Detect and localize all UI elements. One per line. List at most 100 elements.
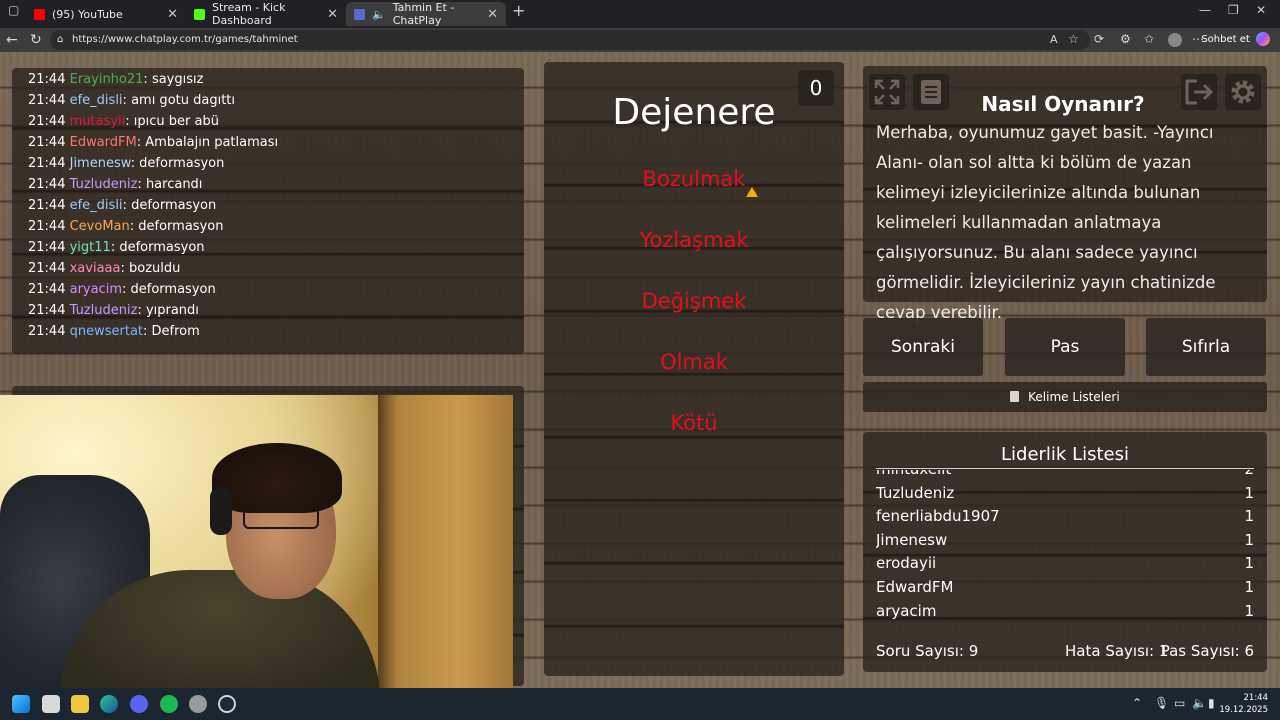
chat-time: 21:44 — [28, 303, 66, 318]
chat-text: deformasyon — [131, 198, 217, 213]
leaderboard-name: fenerliabdu1907 — [876, 507, 1000, 526]
extensions-icon[interactable]: ⟳ — [1094, 32, 1104, 46]
minimize-icon[interactable]: — — [1199, 3, 1211, 17]
restore-icon[interactable]: ❐ — [1228, 3, 1239, 17]
leaderboard-name: EdwardFM — [876, 577, 954, 596]
leaderboard-score: 1 — [1244, 577, 1254, 596]
leaderboard-name: Tuzludeniz — [876, 483, 955, 502]
collections-icon[interactable]: ⚙ — [1120, 32, 1131, 46]
leaderboard-score: 1 — [1244, 530, 1254, 549]
chat-username[interactable]: Tuzludeniz — [70, 177, 138, 192]
chat-text: amı gotu dagıttı — [131, 93, 235, 108]
start-icon[interactable] — [12, 695, 30, 713]
read-aloud-icon[interactable]: A — [1050, 33, 1058, 46]
chat-separator: : — [143, 72, 152, 87]
chat-time: 21:44 — [28, 72, 66, 87]
chat-text: deformasyon — [119, 240, 205, 255]
tab-kick[interactable]: Stream - Kick Dashboard ✕ — [186, 1, 346, 27]
chat-username[interactable]: Erayinho21 — [70, 72, 144, 87]
file-explorer-icon[interactable] — [71, 695, 89, 713]
chat-message: 21:44 CevoMan: deformasyon — [28, 216, 524, 237]
favorites-bar-icon[interactable]: ✩ — [1144, 32, 1154, 46]
chat-username[interactable]: Jimenesw — [70, 156, 131, 171]
chat-username[interactable]: qnewsertat — [70, 324, 143, 339]
word-lists-button[interactable]: Kelime Listeleri — [863, 382, 1267, 412]
tab-title: Stream - Kick Dashboard — [212, 1, 286, 27]
exit-button[interactable] — [1181, 74, 1217, 110]
chat-button-label: Sohbet et — [1201, 34, 1250, 45]
volume-icon[interactable]: 🔈 — [1192, 696, 1207, 710]
chat-separator: : — [137, 177, 146, 192]
pass-button[interactable]: Pas — [1005, 318, 1125, 376]
chat-time: 21:44 — [28, 240, 66, 255]
chat-message: 21:44 mutasyii: ıpıcu ber abü — [28, 111, 524, 132]
chevron-up-icon[interactable]: ⌃ — [1132, 696, 1142, 710]
chat-time: 21:44 — [28, 324, 66, 339]
spotify-icon[interactable] — [160, 695, 178, 713]
refresh-icon[interactable]: ↻ — [30, 32, 42, 48]
chat-message: 21:44 Tuzludeniz: yıprandı — [28, 300, 524, 321]
edge-icon[interactable] — [100, 695, 118, 713]
chat-message: 21:44 Tuzludeniz: harcandı — [28, 174, 524, 195]
microphone-icon[interactable]: 🎙 — [1154, 696, 1169, 710]
app-icon[interactable] — [189, 695, 207, 713]
next-button[interactable]: Sonraki — [863, 318, 983, 376]
main-word: Dejenere — [612, 92, 776, 133]
chat-username[interactable]: yigt11 — [70, 240, 111, 255]
chat-separator: : — [136, 135, 146, 150]
tab-chatplay[interactable]: 🔈 Tahmin Et - ChatPlay ✕ — [346, 1, 506, 27]
discord-icon[interactable] — [130, 695, 148, 713]
battery-icon[interactable]: ▮ — [1208, 696, 1215, 710]
notes-button[interactable] — [913, 74, 949, 110]
new-tab-icon[interactable]: + — [512, 1, 525, 20]
fullscreen-icon — [874, 79, 900, 105]
chat-username[interactable]: CevoMan — [70, 219, 130, 234]
chat-time: 21:44 — [28, 219, 66, 234]
favorite-icon[interactable]: ☆ — [1068, 32, 1079, 46]
chat-username[interactable]: efe_disli — [70, 93, 123, 108]
chat-time: 21:44 — [28, 177, 66, 192]
tab-youtube[interactable]: (95) YouTube ✕ — [26, 2, 186, 26]
store-icon[interactable] — [42, 695, 60, 713]
chat-text: bozuldu — [129, 261, 181, 276]
chat-separator: : — [122, 198, 132, 213]
chat-username[interactable]: mutasyii — [70, 114, 126, 129]
close-icon[interactable]: ✕ — [167, 7, 178, 22]
copilot-chat-button[interactable]: Sohbet et — [1195, 30, 1276, 50]
clock-date: 19.12.2025 — [1219, 705, 1268, 715]
close-window-icon[interactable]: ✕ — [1256, 3, 1266, 17]
chat-username[interactable]: xaviaaa — [70, 261, 121, 276]
settings-button[interactable] — [1225, 74, 1261, 110]
chat-username[interactable]: EdwardFM — [70, 135, 137, 150]
reset-button[interactable]: Sıfırla — [1146, 318, 1266, 376]
back-icon[interactable]: ← — [6, 32, 18, 48]
chat-text: deformasyon — [139, 156, 225, 171]
steam-icon[interactable] — [218, 695, 236, 713]
leaderboard-row: Tuzludeniz 1 — [876, 482, 1254, 506]
leaderboard-score: 2 — [1244, 470, 1254, 482]
chat-username[interactable]: Tuzludeniz — [70, 303, 138, 318]
site-info-icon[interactable]: ⌂ — [57, 30, 63, 50]
banned-word: Bozulmak — [642, 167, 746, 191]
tab-actions-icon[interactable]: ▢ — [8, 3, 19, 17]
display-icon[interactable]: ▭ — [1174, 696, 1185, 710]
chat-username[interactable]: efe_disli — [70, 198, 123, 213]
chat-separator: : — [129, 219, 139, 234]
chat-separator: : — [120, 261, 129, 276]
chat-text: saygısız — [151, 72, 204, 87]
url-field[interactable]: ⌂ https://www.chatplay.com.tr/games/tahm… — [50, 30, 1090, 50]
chat-message: 21:44 EdwardFM: Ambalajın patlaması — [28, 132, 524, 153]
chat-separator: : — [122, 93, 132, 108]
chat-time: 21:44 — [28, 198, 66, 213]
leaderboard-list[interactable]: mintaxelit2Tuzludeniz1fenerliabdu19071Ji… — [876, 470, 1254, 634]
chat-text: harcandı — [145, 177, 203, 192]
close-icon[interactable]: ✕ — [487, 7, 498, 22]
game-page: 21:44 Erayinho21: saygısız 21:44 efe_disl… — [0, 52, 1280, 688]
speaker-icon[interactable]: 🔈 — [372, 8, 386, 21]
system-clock[interactable]: 21:44 19.12.2025 — [1219, 692, 1268, 716]
fullscreen-button[interactable] — [869, 74, 905, 110]
profile-icon[interactable] — [1168, 33, 1182, 47]
chat-message: 21:44 qnewsertat: Defrom — [28, 321, 524, 342]
close-icon[interactable]: ✕ — [327, 7, 338, 22]
chat-username[interactable]: aryacim — [70, 282, 122, 297]
